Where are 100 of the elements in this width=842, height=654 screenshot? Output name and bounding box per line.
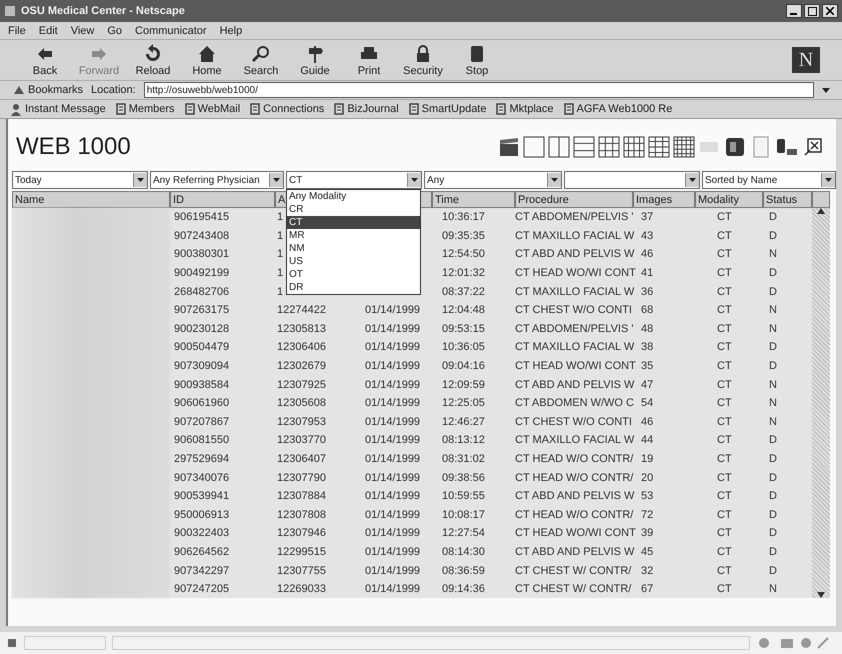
table-cell-text: CT [716, 284, 732, 300]
table-cell-text: D [768, 284, 777, 300]
toolbar-button[interactable]: Guide [292, 43, 338, 77]
minimize-button[interactable] [786, 4, 802, 18]
table-cell-text: 08:13:12 [441, 433, 485, 448]
caret-icon [551, 178, 558, 182]
table-cell-text: CT MAXILLO FACIAL W [515, 284, 634, 300]
column-header[interactable]: Time [432, 191, 515, 208]
bookmark-icon [250, 103, 260, 115]
table-cell-text: 268482706 [173, 284, 230, 300]
filter-dropdown[interactable]: Today [12, 171, 148, 189]
toolbar-button[interactable]: Security [400, 43, 446, 77]
bookmark-link[interactable]: Mktplace [496, 103, 554, 115]
toolbar-button[interactable]: Stop [454, 43, 500, 77]
table-cell-text: N [768, 303, 777, 318]
dropdown-option[interactable]: US [287, 255, 420, 268]
menu-item[interactable]: Help [220, 24, 242, 36]
table-cell-text: 10:36:05 [441, 340, 485, 356]
window-icon [4, 5, 16, 17]
column-header[interactable]: Images [633, 191, 695, 208]
bookmarks-button[interactable]: Bookmarks [12, 84, 84, 96]
dropdown-option[interactable]: CT [287, 216, 420, 229]
table-cell-text: 907342297 [173, 564, 230, 579]
table-cell-text: 72 [640, 508, 654, 523]
layout-grid-icon[interactable] [623, 136, 645, 158]
dropdown-arrow-button[interactable] [133, 173, 147, 187]
toolbar-button[interactable]: Home [184, 43, 230, 77]
table-cell-text: 907243408 [173, 228, 230, 244]
column-header[interactable]: ID [170, 191, 275, 208]
menu-item[interactable]: View [70, 24, 94, 36]
close-button[interactable] [822, 4, 838, 18]
dropdown-arrow-button[interactable] [407, 173, 421, 187]
maximize-button[interactable] [804, 4, 820, 18]
filter-dropdown[interactable]: Sorted by Name [702, 171, 836, 189]
layout-grid-icon[interactable] [673, 136, 695, 158]
bookmark-link[interactable]: BizJournal [334, 103, 399, 115]
table-cell-text: CT [716, 359, 732, 374]
column-header[interactable]: Status [763, 191, 812, 208]
table-cell-text: 08:36:59 [441, 564, 485, 579]
table-cell-text: 12:09:59 [441, 378, 485, 393]
dropdown-arrow-button[interactable] [269, 173, 283, 187]
dropdown-option[interactable]: MR [287, 229, 420, 242]
column-header[interactable]: Modality [695, 191, 763, 208]
table-cell-text: 12306406 [276, 340, 326, 356]
menu-item[interactable]: Edit [38, 24, 58, 36]
dropdown-option[interactable]: DR [287, 281, 420, 294]
bookmark-link[interactable]: WebMail [184, 103, 240, 115]
toolbar-button[interactable]: Reload [130, 43, 176, 77]
scroll-down-icon[interactable] [817, 592, 825, 598]
filter-dropdown[interactable]: Any [424, 171, 562, 189]
table-cell-text: 900492199 [173, 266, 230, 282]
table-cell-text: 01/14/1999 [364, 359, 420, 374]
bookmark-link[interactable]: Connections [250, 103, 324, 115]
bookmark-link[interactable]: Members [116, 103, 175, 115]
clapperboard-icon[interactable] [498, 136, 520, 158]
scrollbar[interactable] [812, 208, 830, 598]
filter-dropdown[interactable] [564, 171, 700, 189]
table-cell-text: 54 [640, 396, 654, 412]
table-cell-text: 01/14/1999 [364, 526, 420, 542]
dropdown-arrow-button[interactable] [821, 173, 835, 187]
dropdown-arrow-button[interactable] [685, 173, 699, 187]
toolbar-button[interactable]: Print [346, 43, 392, 77]
bookmark-icon [116, 103, 126, 115]
table-cell-text: 43 [640, 228, 654, 244]
table-cell-text: D [768, 564, 777, 579]
url-field[interactable]: http://osuwebb/web1000/ [144, 82, 814, 98]
layout-grid-icon[interactable] [548, 136, 570, 158]
exit-icon[interactable] [802, 136, 824, 158]
bookmark-link[interactable]: AGFA Web1000 Re [564, 103, 672, 115]
table-cell-text: CT [716, 322, 732, 337]
bookmark-icon [564, 103, 574, 115]
column-header[interactable]: Name [12, 191, 170, 208]
caret-icon[interactable] [822, 88, 830, 92]
column-header[interactable]: Procedure [515, 191, 633, 208]
layout-grid-icon[interactable] [523, 136, 545, 158]
layout-grid-icon[interactable] [573, 136, 595, 158]
menu-item[interactable]: Communicator [135, 24, 207, 36]
dropdown-option[interactable]: Any Modality [287, 190, 420, 203]
caret-icon [411, 178, 418, 182]
dropdown-option[interactable]: OT [287, 268, 420, 281]
filter-dropdown[interactable]: Any Referring Physician [150, 171, 284, 189]
table-cell-text: CT [716, 526, 732, 542]
dropdown-arrow-button[interactable] [547, 173, 561, 187]
bookmark-link[interactable]: Instant Message [10, 102, 106, 116]
table-cell-text: 12307953 [276, 414, 326, 430]
layout-grid-icon[interactable] [598, 136, 620, 158]
table-cell-text: 12307808 [276, 508, 326, 523]
layout-grid-icon[interactable] [648, 136, 670, 158]
film-viewer-icon[interactable] [723, 135, 747, 159]
table-cell-text: 906061960 [173, 396, 230, 412]
dropdown-option[interactable]: CR [287, 203, 420, 216]
toolbar-button[interactable]: Back [22, 43, 68, 77]
toolbar-button[interactable]: Search [238, 43, 284, 77]
table-cell-text: 900938584 [173, 378, 230, 393]
table-cell-text: 1 [276, 210, 284, 226]
dropdown-option[interactable]: NM [287, 242, 420, 255]
table-cell-text: 01/14/1999 [364, 303, 420, 318]
menu-item[interactable]: Go [107, 24, 122, 36]
bookmark-link[interactable]: SmartUpdate [408, 103, 486, 115]
menu-item[interactable]: File [8, 24, 26, 36]
